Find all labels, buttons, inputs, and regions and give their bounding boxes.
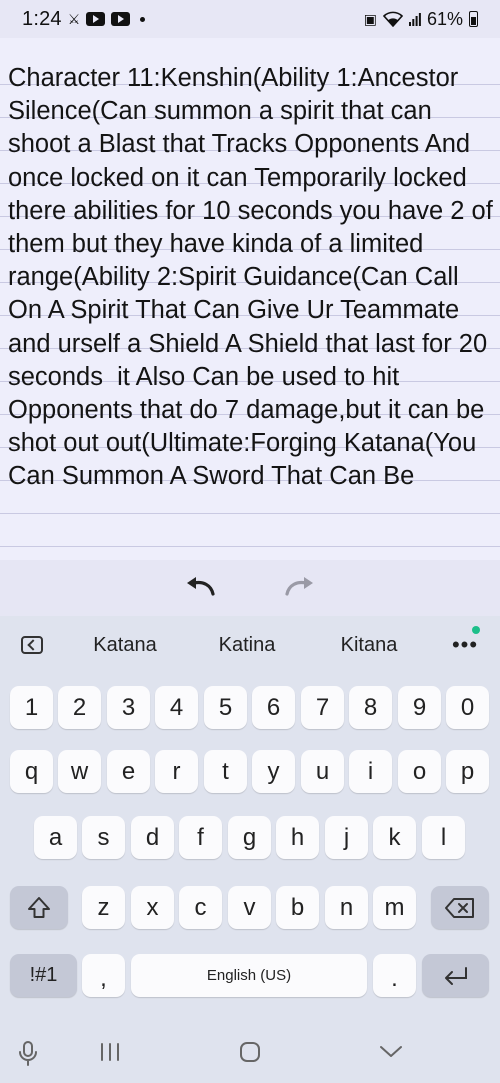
key-6[interactable]: 6 (252, 686, 295, 729)
key-u[interactable]: u (301, 750, 344, 793)
battery-icon (469, 11, 478, 27)
redo-icon[interactable] (283, 574, 317, 603)
key-w[interactable]: w (58, 750, 101, 793)
period-key[interactable]: . (373, 954, 416, 997)
suggestion-2[interactable]: Katina (186, 634, 308, 657)
key-g[interactable]: g (228, 816, 271, 859)
home-icon[interactable] (238, 1041, 262, 1063)
key-a[interactable]: a (34, 816, 77, 859)
keyboard: Katana Katina Kitana ••• 1 2 3 4 5 6 7 8… (0, 616, 500, 1083)
status-bar: 1:24 ⚔ ▣ 61% (0, 0, 500, 38)
recent-apps-icon[interactable] (98, 1042, 122, 1062)
key-c[interactable]: c (179, 886, 222, 929)
more-options-button[interactable]: ••• (430, 626, 500, 658)
key-s[interactable]: s (82, 816, 125, 859)
key-q[interactable]: q (10, 750, 53, 793)
undo-icon[interactable] (183, 574, 217, 603)
youtube-icon (86, 12, 106, 26)
key-z[interactable]: z (82, 886, 125, 929)
key-0[interactable]: 0 (446, 686, 489, 729)
key-t[interactable]: t (204, 750, 247, 793)
battery-saver-icon: ▣ (363, 10, 377, 27)
microphone-icon[interactable] (18, 1040, 38, 1066)
status-time: 1:24 (22, 7, 62, 30)
shift-icon (28, 896, 50, 918)
battery-percent: 61% (426, 8, 463, 29)
signal-icon (408, 12, 421, 26)
key-h[interactable]: h (276, 816, 319, 859)
suggestion-1[interactable]: Katana (64, 634, 186, 657)
wifi-icon (382, 11, 403, 27)
symbols-key[interactable]: !#1 (10, 954, 77, 997)
navigation-bar (0, 1020, 500, 1083)
key-r[interactable]: r (155, 750, 198, 793)
key-n[interactable]: n (325, 886, 368, 929)
key-y[interactable]: y (252, 750, 295, 793)
key-v[interactable]: v (228, 886, 271, 929)
shift-key[interactable] (10, 886, 68, 929)
youtube-icon-2 (111, 12, 131, 26)
chevron-left-icon (21, 636, 43, 654)
collapse-toolbar-button[interactable] (0, 636, 64, 654)
note-text[interactable]: Character 11:Kenshin(Ability 1:Ancestor … (8, 62, 496, 494)
key-k[interactable]: k (373, 816, 416, 859)
key-4[interactable]: 4 (155, 686, 198, 729)
key-3[interactable]: 3 (107, 686, 150, 729)
comma-key[interactable]: , (82, 954, 125, 997)
backspace-key[interactable] (431, 886, 489, 929)
enter-key[interactable] (422, 954, 489, 997)
key-o[interactable]: o (398, 750, 441, 793)
key-m[interactable]: m (373, 886, 416, 929)
undo-redo-toolbar (0, 560, 500, 616)
new-feature-dot-icon (472, 626, 480, 634)
suggestion-row: Katana Katina Kitana ••• (0, 616, 500, 674)
key-7[interactable]: 7 (301, 686, 344, 729)
key-x[interactable]: x (131, 886, 174, 929)
key-5[interactable]: 5 (204, 686, 247, 729)
key-e[interactable]: e (107, 750, 150, 793)
key-9[interactable]: 9 (398, 686, 441, 729)
space-key[interactable]: English (US) (131, 954, 367, 997)
key-i[interactable]: i (349, 750, 392, 793)
key-p[interactable]: p (446, 750, 489, 793)
key-d[interactable]: d (131, 816, 174, 859)
key-b[interactable]: b (276, 886, 319, 929)
key-l[interactable]: l (422, 816, 465, 859)
more-options-label: ••• (451, 632, 479, 657)
key-1[interactable]: 1 (10, 686, 53, 729)
key-8[interactable]: 8 (349, 686, 392, 729)
sync-icon: ⚔ (67, 10, 81, 27)
backspace-icon (445, 897, 474, 918)
enter-icon (444, 966, 467, 985)
note-editor[interactable]: Character 11:Kenshin(Ability 1:Ancestor … (0, 38, 500, 560)
key-2[interactable]: 2 (58, 686, 101, 729)
key-j[interactable]: j (325, 816, 368, 859)
key-f[interactable]: f (179, 816, 222, 859)
suggestion-3[interactable]: Kitana (308, 634, 430, 657)
hide-keyboard-chevron-down-icon[interactable] (378, 1044, 404, 1060)
notification-dot-icon (140, 16, 146, 22)
